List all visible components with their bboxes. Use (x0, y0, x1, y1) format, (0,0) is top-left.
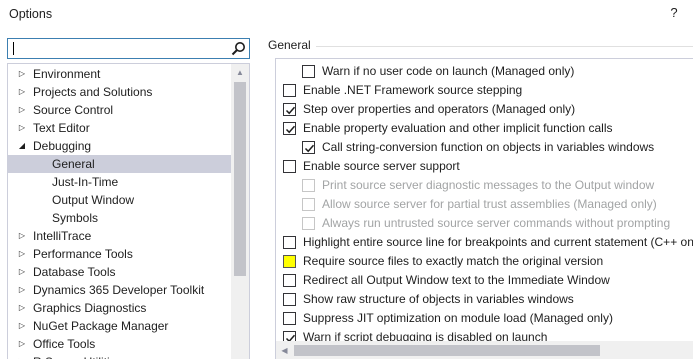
option-label: Enable property evaluation and other imp… (303, 121, 613, 135)
checkbox-unchecked (302, 179, 315, 192)
tree-scroll-thumb[interactable] (234, 82, 246, 276)
search-input[interactable] (11, 40, 229, 57)
scroll-left-arrow-icon[interactable]: ◀ (276, 341, 293, 359)
checkbox-unchecked[interactable] (283, 236, 296, 249)
search-icon[interactable] (231, 41, 246, 56)
options-panel: Warn if no user code on launch (Managed … (275, 58, 693, 359)
options-tree[interactable]: ▷ Environment ▷ Projects and Solutions ▷ Sour… (7, 63, 250, 359)
tree-item-label: Office Tools (33, 337, 96, 351)
tree-item-label: Graphics Diagnostics (33, 301, 147, 315)
collapsed-arrow-icon[interactable]: ▷ (17, 245, 27, 263)
collapsed-arrow-icon[interactable]: ▷ (17, 83, 27, 101)
window-title: Options (9, 7, 53, 21)
tree-item-intellitrace[interactable]: ▷ IntelliTrace (8, 227, 231, 245)
tree-item-label: Text Editor (33, 121, 90, 135)
tree-item-label: Symbols (52, 211, 99, 225)
tree-item-symbols[interactable]: Symbols (8, 209, 231, 227)
collapsed-arrow-icon[interactable]: ▷ (17, 353, 27, 359)
title-bar: Options ? (0, 0, 693, 30)
tree-item-label: Database Tools (33, 265, 116, 279)
tree-item-label: Output Window (52, 193, 135, 207)
section-title: General (268, 38, 311, 52)
tree-vertical-scrollbar[interactable]: ▲ (231, 64, 249, 359)
tree-item-graphics-diagnostics[interactable]: ▷ Graphics Diagnostics (8, 299, 231, 317)
tree-item-label: Source Control (33, 103, 114, 117)
tree-item-just-in-time[interactable]: Just-In-Time (8, 173, 231, 191)
option-label: Print source server diagnostic messages … (322, 178, 655, 192)
option-label: Enable source server support (303, 159, 460, 173)
tree-item-projects-and-solutions[interactable]: ▷ Projects and Solutions (8, 83, 231, 101)
tree-item-performance-tools[interactable]: ▷ Performance Tools (8, 245, 231, 263)
tree-item-label: Environment (33, 67, 101, 81)
collapsed-arrow-icon[interactable]: ▷ (17, 101, 27, 119)
option-label: Step over properties and operators (Mana… (303, 102, 576, 116)
tree-item-source-control[interactable]: ▷ Source Control (8, 101, 231, 119)
checkmark-icon (285, 125, 296, 134)
tree-item-office-tools[interactable]: ▷ Office Tools (8, 335, 231, 353)
checkbox-checked[interactable] (302, 141, 315, 154)
checkbox-unchecked[interactable] (302, 65, 315, 78)
tree-item-label: General (52, 157, 95, 171)
options-horizontal-scrollbar[interactable]: ◀ (276, 341, 693, 359)
checkbox-unchecked[interactable] (283, 255, 296, 268)
option-label: Require source files to exactly match th… (303, 254, 604, 268)
option-label: Call string-conversion function on objec… (322, 140, 655, 154)
option-label: Show raw structure of objects in variabl… (303, 292, 574, 306)
collapsed-arrow-icon[interactable]: ▷ (17, 263, 27, 281)
collapsed-arrow-icon[interactable]: ▷ (17, 317, 27, 335)
option-label: Redirect all Output Window text to the I… (303, 273, 610, 287)
checkbox-checked[interactable] (283, 122, 296, 135)
text-caret (13, 42, 14, 55)
option-label: Suppress JIT optimization on module load… (303, 311, 613, 325)
checkbox-unchecked[interactable] (283, 293, 296, 306)
tree-item-label: Debugging (33, 139, 92, 153)
checkmark-icon (285, 106, 296, 115)
tree-item-label: IntelliTrace (33, 229, 92, 243)
search-box[interactable] (7, 38, 250, 59)
checkbox-unchecked[interactable] (283, 84, 296, 97)
option-label: Warn if no user code on launch (Managed … (322, 64, 575, 78)
checkmark-icon (304, 144, 315, 153)
tree-item-environment[interactable]: ▷ Environment (8, 65, 231, 83)
tree-item-r-server-utilities[interactable]: ▷ R Server Utilities (8, 353, 231, 359)
collapsed-arrow-icon[interactable]: ▷ (17, 335, 27, 353)
tree-item-general[interactable]: General (8, 155, 231, 173)
tree-item-nuget-package-manager[interactable]: ▷ NuGet Package Manager (8, 317, 231, 335)
checkbox-unchecked (302, 198, 315, 211)
tree-item-label: Projects and Solutions (33, 85, 153, 99)
collapsed-arrow-icon[interactable]: ▷ (17, 119, 27, 137)
tree-item-database-tools[interactable]: ▷ Database Tools (8, 263, 231, 281)
collapsed-arrow-icon[interactable]: ▷ (17, 299, 27, 317)
section-divider (316, 46, 693, 47)
tree-item-label: Performance Tools (33, 247, 133, 261)
expanded-arrow-icon[interactable]: ◢ (17, 137, 27, 155)
collapsed-arrow-icon[interactable]: ▷ (17, 227, 27, 245)
checkbox-unchecked[interactable] (283, 160, 296, 173)
option-label: Always run untrusted source server comma… (322, 216, 671, 230)
tree-item-debugging[interactable]: ◢ Debugging (8, 137, 231, 155)
tree-item-label: Just-In-Time (52, 175, 119, 189)
checkbox-checked[interactable] (283, 103, 296, 116)
option-label: Highlight entire source line for breakpo… (303, 235, 693, 249)
option-label: Allow source server for partial trust as… (322, 197, 657, 211)
tree-item-label: NuGet Package Manager (33, 319, 169, 333)
tree-item-label: R Server Utilities (33, 353, 122, 359)
help-button[interactable]: ? (667, 5, 681, 23)
tree-item-output-window[interactable]: Output Window (8, 191, 231, 209)
checkbox-unchecked[interactable] (283, 312, 296, 325)
checkbox-unchecked[interactable] (283, 274, 296, 287)
collapsed-arrow-icon[interactable]: ▷ (17, 281, 27, 299)
options-scroll-thumb[interactable] (294, 345, 600, 356)
tree-item-text-editor[interactable]: ▷ Text Editor (8, 119, 231, 137)
option-label: Enable .NET Framework source stepping (303, 83, 523, 97)
checkbox-unchecked (302, 217, 315, 230)
tree-item-label: Dynamics 365 Developer Toolkit (33, 283, 205, 297)
collapsed-arrow-icon[interactable]: ▷ (17, 65, 27, 83)
scroll-up-arrow-icon[interactable]: ▲ (231, 64, 249, 81)
tree-item-dynamics-365-developer-toolkit[interactable]: ▷ Dynamics 365 Developer Toolkit (8, 281, 231, 299)
